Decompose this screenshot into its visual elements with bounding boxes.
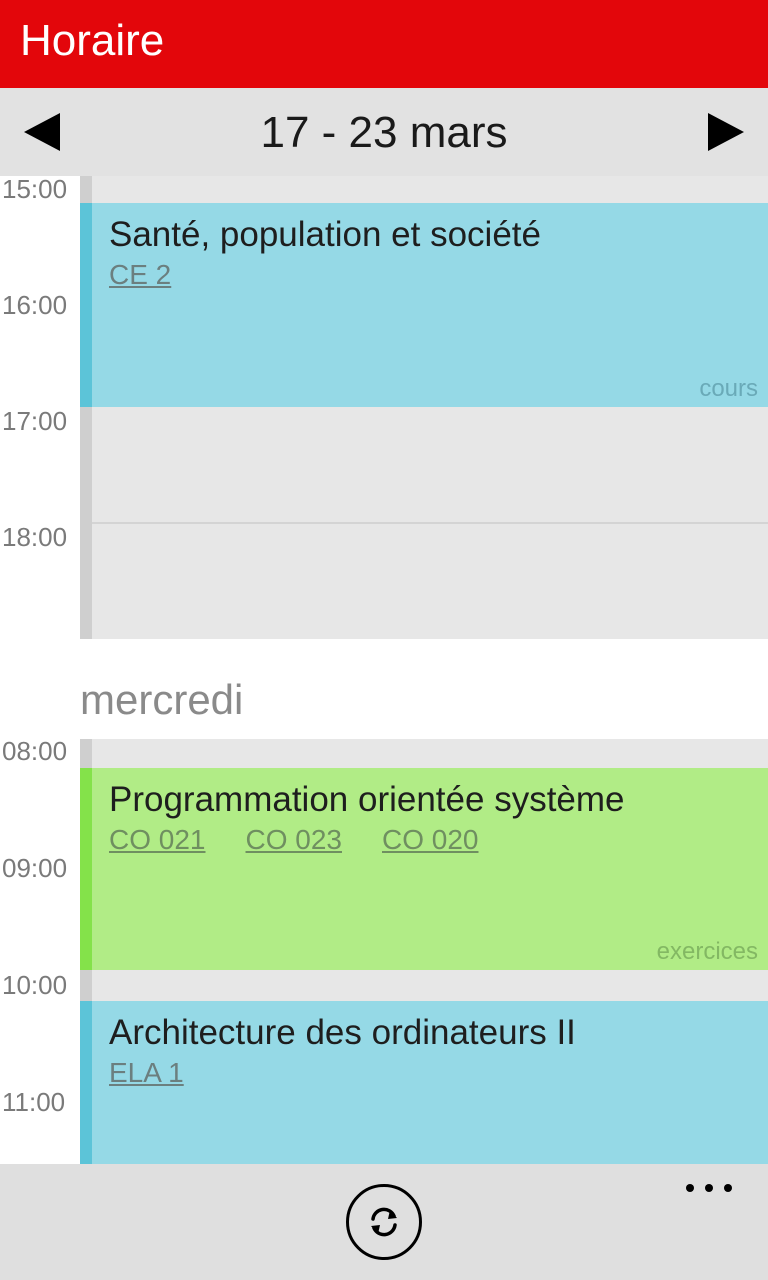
room-link[interactable]: CO 021: [109, 824, 206, 856]
week-range-label: 17 - 23 mars: [260, 108, 508, 157]
more-options-button[interactable]: [686, 1176, 732, 1200]
app-header: Horaire: [0, 0, 768, 88]
time-label: 17:00: [2, 406, 68, 436]
event-type: cours: [699, 375, 758, 402]
event-rooms: CE 2: [109, 259, 171, 291]
event-rooms: ELA 1: [109, 1057, 184, 1089]
room-link[interactable]: CE 2: [109, 259, 171, 291]
event-color-stripe: [80, 768, 92, 970]
time-label: 15:00: [2, 176, 68, 204]
day-label: mercredi: [80, 676, 244, 723]
event-rooms: CO 021 CO 023 CO 020: [109, 824, 479, 856]
time-label: 16:00: [2, 290, 68, 320]
event-card[interactable]: Architecture des ordinateurs II ELA 1: [80, 1001, 768, 1164]
app-title: Horaire: [20, 16, 165, 65]
event-card[interactable]: Santé, population et société CE 2 cours: [80, 203, 768, 407]
event-title: Programmation orientée système: [109, 780, 625, 819]
time-label: 09:00: [2, 853, 68, 883]
triangle-right-icon: [708, 113, 744, 151]
time-label: 10:00: [2, 970, 68, 1000]
time-label: 08:00: [2, 736, 68, 766]
room-link[interactable]: ELA 1: [109, 1057, 184, 1089]
room-link[interactable]: CO 023: [246, 824, 343, 856]
schedule-view[interactable]: 15:00 16:00 17:00 18:00 Santé, populatio…: [0, 176, 768, 1164]
event-color-stripe: [80, 1001, 92, 1164]
app-bar: [0, 1164, 768, 1280]
event-card[interactable]: Programmation orientée système CO 021 CO…: [80, 768, 768, 970]
event-color-stripe: [80, 203, 92, 407]
event-title: Architecture des ordinateurs II: [109, 1013, 576, 1052]
more-ellipsis-icon: [686, 1184, 694, 1192]
time-label: 18:00: [2, 522, 68, 552]
refresh-button[interactable]: [346, 1184, 422, 1260]
next-week-button[interactable]: [700, 108, 748, 156]
week-navigator: 17 - 23 mars: [0, 88, 768, 176]
time-label: 11:00: [2, 1087, 66, 1117]
refresh-icon: [371, 1207, 397, 1237]
event-type: exercices: [656, 938, 758, 965]
room-link[interactable]: CO 020: [382, 824, 479, 856]
hour-line: [92, 522, 768, 524]
event-title: Santé, population et société: [109, 215, 541, 254]
